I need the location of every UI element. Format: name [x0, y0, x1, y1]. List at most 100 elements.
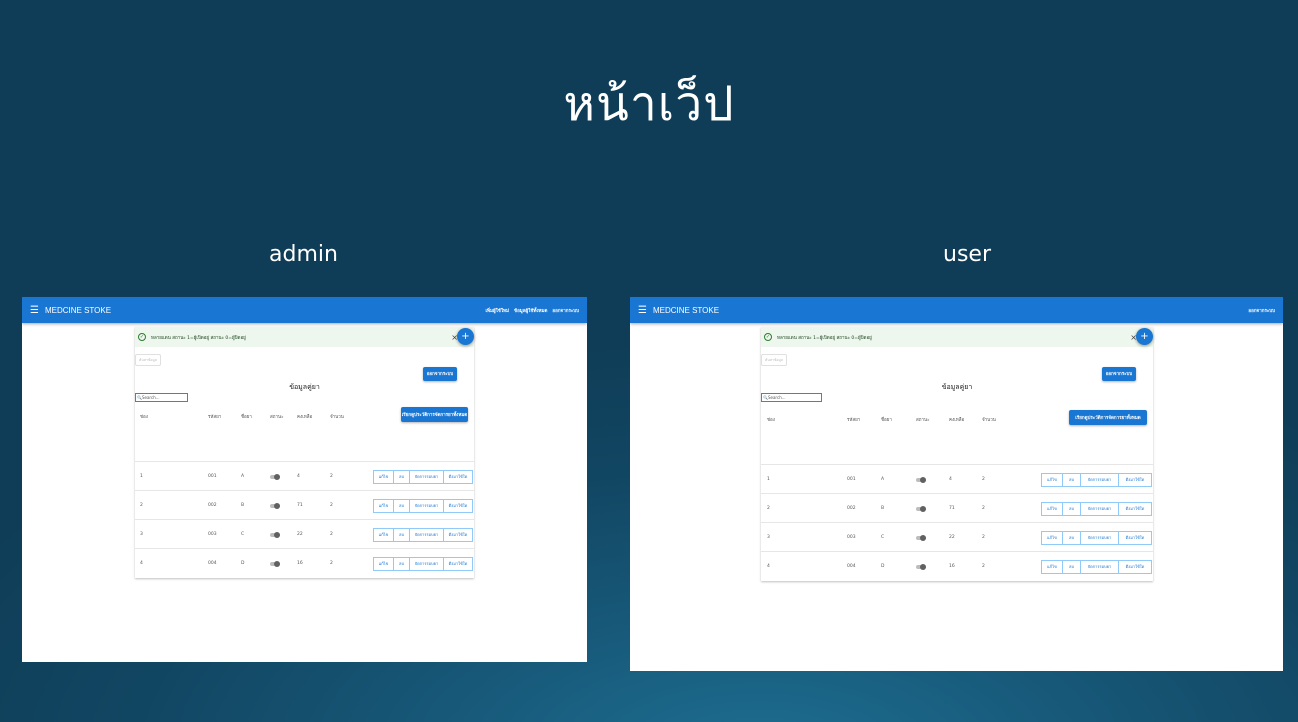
table-cell: 16 [949, 564, 955, 569]
status-toggle[interactable] [916, 564, 926, 570]
row-action-button[interactable]: ลบ [1062, 473, 1081, 487]
table-cell: 3 [767, 535, 770, 540]
table-cell: C [241, 532, 245, 537]
table-cell: 2 [767, 506, 770, 511]
table-cell: B [881, 506, 885, 511]
table-cell: 4 [949, 477, 952, 482]
medicine-table-card: ✓ หลายแดน สถานะ 1=ผู้เปิดอยู่ สถานะ 0=ผู… [135, 327, 474, 578]
column-header: ช่อง [767, 418, 775, 423]
row-action-button[interactable]: ลบ [393, 528, 410, 542]
row-action-button[interactable]: แก้ไข [1041, 473, 1063, 487]
row-action-button[interactable]: จัดการรอบยา [409, 470, 444, 484]
table-cell: 2 [330, 474, 333, 479]
row-action-button[interactable]: ดึงมาใช้ใด [443, 557, 473, 571]
search-placeholder: Search... [767, 395, 786, 400]
row-action-button[interactable]: จัดการรอบยา [409, 557, 444, 571]
disabled-search-button: ค้นหาข้อมูล [761, 354, 787, 366]
status-toggle[interactable] [270, 503, 280, 509]
row-action-button[interactable]: จัดการรอบยา [1080, 502, 1119, 516]
nav-link[interactable]: ข้อมูลผู้ใช้ทั้งหมด [514, 307, 547, 314]
table-cell: 2 [982, 564, 985, 569]
row-action-button[interactable]: ดึงมาใช้ใด [443, 528, 473, 542]
row-actions: แก้ไข ลบ จัดการรอบยา ดึงมาใช้ใด [373, 557, 473, 571]
table-cell: A [241, 474, 245, 479]
nav-links: เพิ่มผู้ใช้ใหม่ ข้อมูลผู้ใช้ทั้งหมด ออกจาก… [486, 307, 580, 314]
row-action-button[interactable]: แก้ไข [1041, 560, 1063, 574]
status-toggle[interactable] [270, 561, 280, 567]
table-row: 4 004 D 16 2 แก้ไข ลบ จัดการรอบยา ดึงมาใช้ใด [761, 551, 1153, 581]
row-action-button[interactable]: ลบ [1062, 560, 1081, 574]
row-action-button[interactable]: ดึงมาใช้ใด [1118, 502, 1152, 516]
row-action-button[interactable]: ดึงมาใช้ใด [443, 499, 473, 513]
row-action-button[interactable]: แก้ไข [373, 557, 394, 571]
search-input[interactable]: 🔍Search... [135, 393, 188, 402]
column-header: สถานะ [916, 418, 930, 423]
row-action-button[interactable]: จัดการรอบยา [1080, 531, 1119, 545]
row-action-button[interactable]: จัดการรอบยา [409, 499, 444, 513]
column-header: สถานะ [270, 415, 284, 420]
row-action-button[interactable]: ดึงมาใช้ใด [1118, 560, 1152, 574]
logout-button[interactable]: ออกจากระบบ [1102, 367, 1136, 381]
logout-button[interactable]: ออกจากระบบ [423, 367, 457, 381]
table-cell: 16 [297, 561, 303, 566]
table-header: ช่อง รหัสยา ชื่อยา สถานะ คงเหลือ จำนวน [761, 416, 1153, 426]
row-action-button[interactable]: แก้ไข [373, 528, 394, 542]
row-action-button[interactable]: ดึงมาใช้ใด [443, 470, 473, 484]
status-toggle[interactable] [916, 477, 926, 483]
table-cell: 71 [949, 506, 955, 511]
status-toggle[interactable] [916, 506, 926, 512]
row-actions: แก้ไข ลบ จัดการรอบยา ดึงมาใช้ใด [373, 528, 473, 542]
table-cell: 22 [297, 532, 303, 537]
row-action-button[interactable]: แก้ไข [373, 470, 394, 484]
menu-icon[interactable]: ☰ [30, 305, 39, 316]
add-fab-button[interactable]: + [457, 328, 474, 345]
table-row: 1 001 A 4 2 แก้ไข ลบ จัดการรอบยา ดึงมาใช้ใด [761, 464, 1153, 494]
table-cell: 001 [847, 477, 856, 482]
table-cell: 71 [297, 503, 303, 508]
search-input[interactable]: 🔍Search... [761, 393, 822, 402]
column-header: รหัสยา [208, 415, 222, 420]
status-toggle[interactable] [270, 474, 280, 480]
row-action-button[interactable]: ดึงมาใช้ใด [1118, 531, 1152, 545]
table-cell: 003 [847, 535, 856, 540]
app-title: MEDCINE STOKE [44, 305, 112, 315]
row-action-button[interactable]: ลบ [393, 499, 410, 513]
row-action-button[interactable]: จัดการรอบยา [1080, 560, 1119, 574]
disabled-search-button: ค้นหาข้อมูล [135, 354, 161, 366]
nav-link[interactable]: เพิ่มผู้ใช้ใหม่ [486, 307, 510, 314]
status-toggle[interactable] [270, 532, 280, 538]
row-action-button[interactable]: แก้ไข [1041, 531, 1063, 545]
info-alert: ✓ หลายแดน สถานะ 1=ผู้เปิดอยู่ สถานะ 0=ผู… [135, 327, 474, 347]
table-cell: A [881, 477, 885, 482]
row-actions: แก้ไข ลบ จัดการรอบยา ดึงมาใช้ใด [373, 499, 473, 513]
table-title: ข้อมูลคู่ยา [941, 383, 973, 391]
row-actions: แก้ไข ลบ จัดการรอบยา ดึงมาใช้ใด [1041, 531, 1152, 545]
row-action-button[interactable]: แก้ไข [373, 499, 394, 513]
add-fab-button[interactable]: + [1136, 328, 1153, 345]
row-action-button[interactable]: ดึงมาใช้ใด [1118, 473, 1152, 487]
row-action-button[interactable]: จัดการรอบยา [409, 528, 444, 542]
table-cell: 2 [982, 477, 985, 482]
column-header: จำนวน [982, 418, 996, 423]
column-header: คงเหลือ [297, 415, 313, 420]
menu-icon[interactable]: ☰ [638, 305, 647, 316]
table-header: ช่อง รหัสยา ชื่อยา สถานะ คงเหลือ จำนวน [135, 413, 474, 423]
admin-screenshot: ☰ MEDCINE STOKE เพิ่มผู้ใช้ใหม่ ข้อมูลผู้… [22, 297, 587, 662]
status-toggle[interactable] [916, 535, 926, 541]
column-header: ช่อง [140, 415, 148, 420]
row-action-button[interactable]: ลบ [1062, 502, 1081, 516]
row-action-button[interactable]: แก้ไข [1041, 502, 1063, 516]
table-cell: 001 [208, 474, 217, 479]
nav-link[interactable]: ออกจากระบบ [1248, 307, 1275, 314]
row-action-button[interactable]: ลบ [393, 470, 410, 484]
row-action-button[interactable]: จัดการรอบยา [1080, 473, 1119, 487]
row-action-button[interactable]: ลบ [393, 557, 410, 571]
row-actions: แก้ไข ลบ จัดการรอบยา ดึงมาใช้ใด [1041, 560, 1152, 574]
nav-link[interactable]: ออกจากระบบ [552, 307, 579, 314]
check-circle-icon: ✓ [138, 333, 146, 341]
table-cell: 2 [982, 535, 985, 540]
table-row: 3 003 C 22 2 แก้ไข ลบ จัดการรอบยา ดึงมาใช้ใด [761, 522, 1153, 552]
row-action-button[interactable]: ลบ [1062, 531, 1081, 545]
table-title: ข้อมูลคู่ยา [289, 383, 320, 391]
column-header: ชื่อยา [881, 418, 892, 423]
